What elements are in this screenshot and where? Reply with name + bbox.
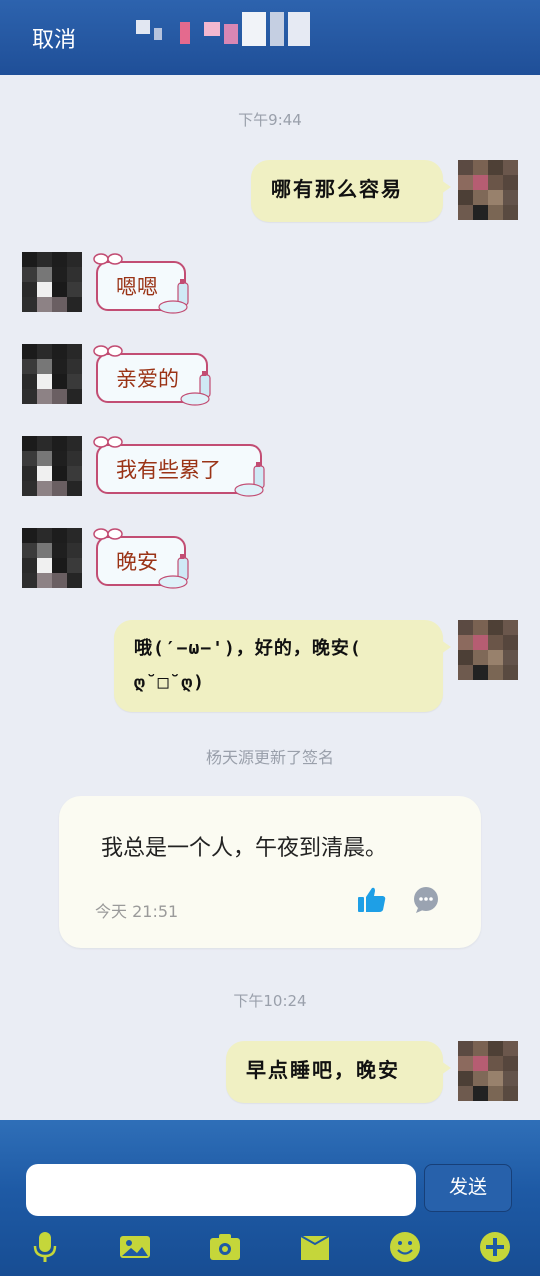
contact-name-mosaic bbox=[136, 12, 310, 46]
contact-avatar[interactable] bbox=[22, 528, 82, 588]
top-bar: 取消 bbox=[0, 0, 540, 75]
incoming-message[interactable]: 晚安 bbox=[93, 528, 189, 589]
comment-icon[interactable] bbox=[411, 886, 441, 914]
bath-decoration-icon bbox=[180, 371, 211, 406]
message-text: 嗯嗯 bbox=[116, 275, 158, 299]
incoming-message[interactable]: 嗯嗯 bbox=[93, 253, 189, 314]
bath-decoration-icon bbox=[234, 462, 265, 497]
message-input[interactable] bbox=[26, 1164, 416, 1216]
incoming-message[interactable]: 亲爱的 bbox=[93, 345, 211, 406]
contact-avatar[interactable] bbox=[22, 344, 82, 404]
contact-avatar[interactable] bbox=[22, 252, 82, 312]
emoji-icon[interactable] bbox=[388, 1230, 422, 1264]
signature-card[interactable]: 我总是一个人，午夜到清晨。 今天 21:51 bbox=[59, 796, 481, 948]
message-text: 晚安 bbox=[116, 550, 158, 574]
my-avatar[interactable] bbox=[458, 160, 518, 220]
incoming-message[interactable]: 我有些累了 bbox=[93, 436, 265, 497]
goggles-decoration-icon bbox=[93, 345, 123, 357]
send-button[interactable]: 发送 bbox=[424, 1164, 512, 1212]
thumbs-up-icon[interactable] bbox=[357, 886, 387, 914]
timestamp: 下午9:44 bbox=[238, 111, 302, 129]
my-avatar[interactable] bbox=[458, 1041, 518, 1101]
camera-icon[interactable] bbox=[208, 1230, 242, 1264]
message-text: 早点睡吧，晚安 bbox=[246, 1058, 400, 1082]
microphone-icon[interactable] bbox=[28, 1230, 62, 1264]
message-text: 我有些累了 bbox=[116, 458, 221, 482]
signature-text: 我总是一个人，午夜到清晨。 bbox=[101, 836, 388, 861]
timestamp: 下午10:24 bbox=[233, 992, 307, 1010]
input-bar: 发送 bbox=[0, 1120, 540, 1276]
message-text: 亲爱的 bbox=[116, 367, 179, 391]
goggles-decoration-icon bbox=[93, 436, 123, 448]
bath-decoration-icon bbox=[158, 554, 189, 589]
message-text-line: ღ˘□˘ღ) bbox=[134, 672, 206, 693]
goggles-decoration-icon bbox=[93, 528, 123, 540]
message-text: 哪有那么容易 bbox=[271, 177, 403, 201]
outgoing-message[interactable]: 哪有那么容易 bbox=[251, 160, 451, 222]
plus-icon[interactable] bbox=[478, 1230, 512, 1264]
picture-icon[interactable] bbox=[118, 1230, 152, 1264]
bath-decoration-icon bbox=[158, 279, 189, 314]
signature-update-notice: 杨天源更新了签名 bbox=[205, 748, 334, 767]
input-toolbar bbox=[0, 1226, 540, 1270]
outgoing-message[interactable]: 早点睡吧，晚安 bbox=[226, 1041, 451, 1103]
cancel-button[interactable]: 取消 bbox=[32, 22, 76, 54]
message-text-line: 哦(′−ω−')，好的，晚安( bbox=[134, 638, 362, 659]
my-avatar[interactable] bbox=[458, 620, 518, 680]
outgoing-message[interactable]: 哦(′−ω−')，好的，晚安( ღ˘□˘ღ) bbox=[114, 620, 451, 712]
contact-avatar[interactable] bbox=[22, 436, 82, 496]
goggles-decoration-icon bbox=[93, 253, 123, 265]
signature-date: 今天 21:51 bbox=[95, 902, 179, 921]
folder-icon[interactable] bbox=[298, 1230, 332, 1264]
